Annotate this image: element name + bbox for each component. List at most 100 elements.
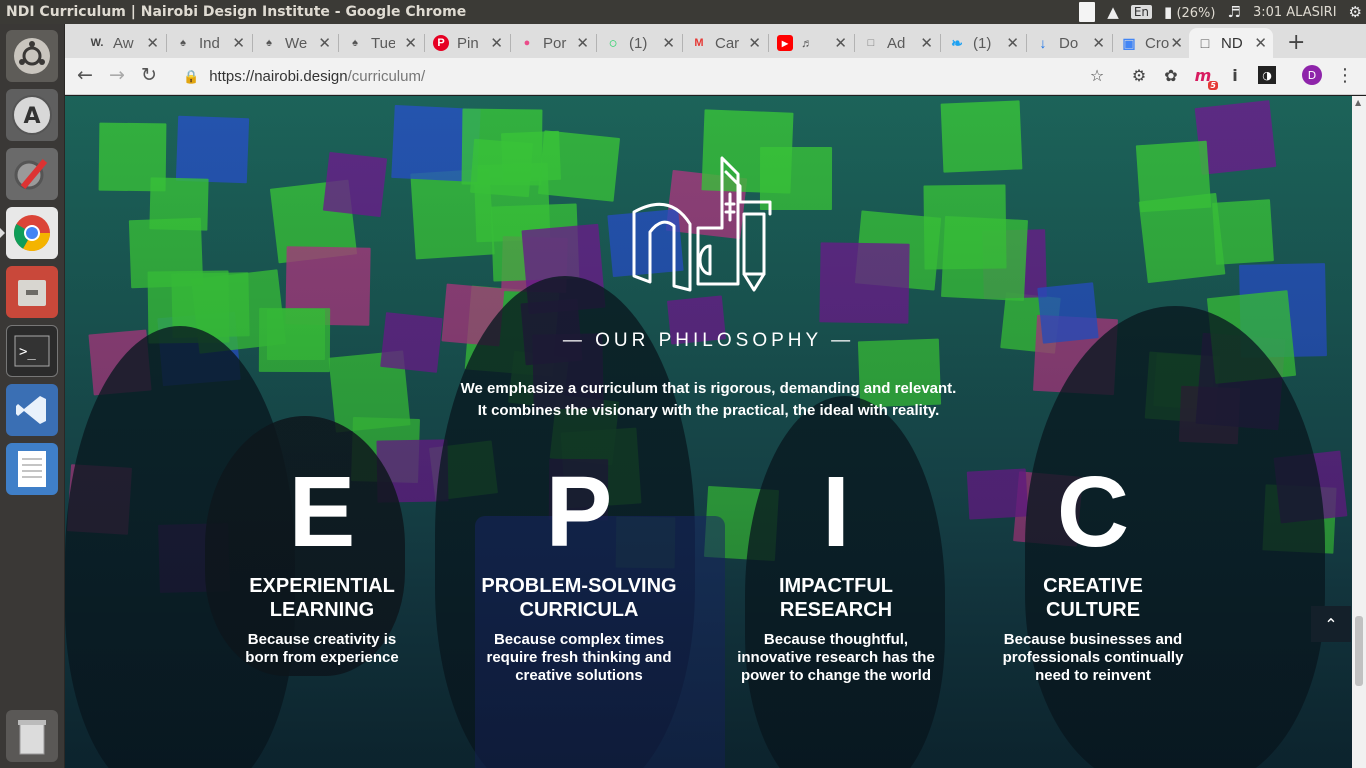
files-icon[interactable] — [6, 266, 58, 318]
close-icon[interactable]: ✕ — [834, 34, 847, 52]
pillar-description: Because businesses and professionals cont… — [963, 631, 1223, 685]
wikipedia-favicon-icon: W. — [90, 37, 104, 49]
pillar-description: Because creativity is born from experienc… — [192, 631, 452, 667]
sync-extension-icon[interactable]: ⚙ — [1130, 66, 1148, 85]
close-icon[interactable]: ✕ — [576, 34, 589, 52]
top-panel: NDI Curriculum | Nairobi Design Institut… — [0, 0, 1366, 24]
clock[interactable]: 3:01 ALASIRI — [1253, 5, 1337, 20]
close-icon[interactable]: ✕ — [1170, 34, 1183, 52]
tab-dribbble[interactable]: ● Por ✕ — [511, 28, 595, 58]
pillar-title-line: LEARNING — [269, 599, 375, 621]
twitter-favicon-icon: ❧ — [951, 34, 963, 51]
pillar-title-line: RESEARCH — [779, 599, 893, 621]
tab-pinterest[interactable]: P Pin ✕ — [425, 28, 509, 58]
terminal-icon[interactable]: >_ — [6, 325, 58, 377]
pillar-description: Because thoughtful, innovative research h… — [706, 631, 966, 685]
keyboard-layout[interactable]: En — [1130, 5, 1153, 19]
tab-tue[interactable]: ♠ Tue ✕ — [339, 28, 423, 58]
wifi-icon[interactable]: ▲ — [1107, 3, 1119, 21]
tab-car[interactable]: M Car ✕ — [683, 28, 767, 58]
chrome-icon[interactable] — [0, 207, 58, 259]
gear-icon[interactable]: ⚙ — [1349, 3, 1362, 21]
ndi-logo-icon[interactable] — [630, 154, 780, 294]
window-title: NDI Curriculum | Nairobi Design Institut… — [6, 4, 467, 20]
pillar-desc-line: creative solutions — [515, 667, 643, 684]
battery-indicator[interactable]: ▮ (26%) — [1164, 3, 1215, 21]
software-updater-icon[interactable]: A — [6, 89, 58, 141]
close-icon[interactable]: ✕ — [232, 34, 245, 52]
tab-label: Cro — [1145, 34, 1169, 52]
tab-we[interactable]: ♠ We ✕ — [253, 28, 337, 58]
tab-aw[interactable]: W. Aw ✕ — [81, 28, 165, 58]
info-extension-icon[interactable]: i — [1226, 66, 1244, 85]
pillar-desc-line: Because businesses and — [1003, 631, 1183, 648]
paw-extension-icon[interactable]: ✿ — [1162, 66, 1180, 85]
close-icon[interactable]: ✕ — [404, 34, 417, 52]
vscode-icon[interactable] — [6, 384, 58, 436]
dribbble-favicon-icon: ● — [523, 37, 531, 49]
profile-avatar[interactable]: D — [1302, 65, 1322, 85]
tab-label: Car — [715, 34, 739, 52]
dark-extension-icon[interactable]: ◑ — [1258, 66, 1276, 84]
tab-label: (1) — [629, 34, 648, 52]
scrollbar-thumb[interactable] — [1355, 616, 1363, 686]
tab-whatsapp[interactable]: ○ (1) ✕ — [597, 28, 681, 58]
close-icon[interactable]: ✕ — [920, 34, 933, 52]
close-icon[interactable]: ✕ — [748, 34, 761, 52]
close-icon[interactable]: ✕ — [318, 34, 331, 52]
close-icon[interactable]: ✕ — [662, 34, 675, 52]
close-icon[interactable]: ✕ — [1006, 34, 1019, 52]
tab-youtube[interactable]: ▶ ♬ ✕ — [769, 28, 853, 58]
extension-badge: 5 — [1208, 81, 1218, 90]
close-icon[interactable]: ✕ — [146, 34, 159, 52]
tab-ind[interactable]: ♠ Ind ✕ — [167, 28, 251, 58]
pillar-title-line: IMPACTFUL — [778, 575, 894, 597]
pillar-title: CREATIVE CULTURE — [963, 574, 1223, 622]
close-icon[interactable]: ✕ — [490, 34, 503, 52]
pillar-experiential-learning: E EXPERIENTIAL LEARNING Because creativit… — [192, 462, 452, 667]
close-icon[interactable]: ✕ — [1092, 34, 1105, 52]
tab-cro[interactable]: ▣ Cro ✕ — [1113, 28, 1189, 58]
audio-playing-icon[interactable]: ♬ — [801, 36, 813, 50]
pillar-desc-line: require fresh thinking and — [486, 649, 672, 666]
pillar-letter: I — [822, 456, 850, 568]
tab-label: Aw — [113, 34, 134, 52]
reload-button[interactable]: ↻ — [141, 64, 157, 86]
system-settings-icon[interactable] — [6, 148, 58, 200]
text-editor-icon[interactable] — [6, 443, 58, 495]
scroll-up-arrow-icon[interactable]: ▲ — [1355, 98, 1361, 107]
pillar-desc-line: Because creativity is — [247, 631, 397, 648]
address-bar[interactable]: 🔒 https://nairobi.design/curriculum/ — [183, 62, 1113, 91]
dash-home-icon[interactable] — [6, 30, 58, 82]
tab-ad[interactable]: □ Ad ✕ — [855, 28, 939, 58]
pillar-problem-solving-curricula: P PROBLEM-SOLVING CURRICULA Because compl… — [449, 462, 709, 685]
tab-downloads[interactable]: ↓ Do ✕ — [1027, 28, 1111, 58]
pinterest-favicon-icon: P — [433, 35, 449, 51]
notes-indicator-icon[interactable] — [1079, 2, 1096, 22]
pillar-description: Because complex times require fresh think… — [449, 631, 709, 685]
volume-icon[interactable]: ♬ — [1227, 3, 1240, 21]
pillar-desc-line: Because complex times — [493, 631, 665, 648]
forward-button[interactable]: → — [109, 64, 125, 86]
lock-icon[interactable]: 🔒 — [183, 69, 199, 85]
chevron-up-icon: ⌃ — [1324, 614, 1338, 634]
back-button[interactable]: ← — [77, 64, 93, 86]
tab-ndi-active[interactable]: □ ND ✕ — [1189, 28, 1273, 58]
tab-strip: W. Aw ✕ ♠ Ind ✕ ♠ We ✕ ♠ Tue ✕ P Pin ✕ ●… — [65, 24, 1366, 58]
back-to-top-button[interactable]: ⌃ — [1311, 606, 1351, 642]
trash-icon[interactable] — [6, 710, 58, 762]
pillar-title-line: CULTURE — [1045, 599, 1141, 621]
bookmark-star-icon[interactable]: ☆ — [1088, 66, 1106, 85]
new-tab-button[interactable]: + — [1287, 30, 1305, 55]
tagline-line-2: It combines the visionary with the pract… — [477, 402, 940, 419]
mail-extension-icon[interactable]: m5 — [1194, 66, 1218, 90]
tab-label: Tue — [371, 34, 395, 52]
url-path: /curriculum/ — [347, 68, 426, 85]
pillar-title-line: CURRICULA — [519, 599, 639, 621]
tab-twitter[interactable]: ❧ (1) ✕ — [941, 28, 1025, 58]
section-title: — OUR PHILOSOPHY — — [562, 330, 855, 351]
pillar-title-line: EXPERIENTIAL — [249, 575, 395, 597]
menu-kebab-icon[interactable]: ⋮ — [1336, 65, 1354, 86]
youtube-favicon-icon: ▶ — [777, 35, 793, 51]
close-icon[interactable]: ✕ — [1254, 34, 1267, 52]
